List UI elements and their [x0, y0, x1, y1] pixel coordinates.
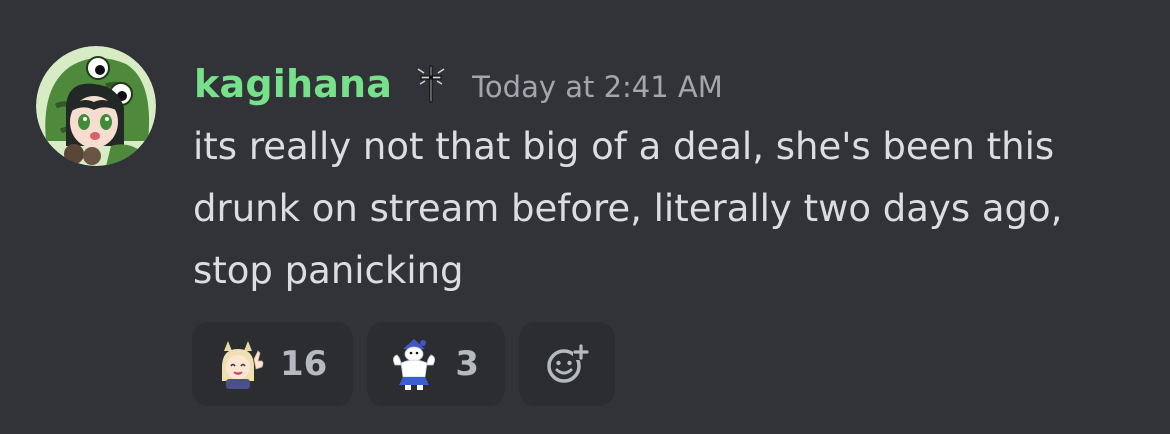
chat-message: kagihana Today at 2:41 AM its really not…: [0, 0, 1170, 434]
user-avatar[interactable]: [36, 46, 156, 166]
username[interactable]: kagihana: [194, 62, 392, 106]
reaction-count: 16: [280, 344, 328, 384]
message-content: its really not that big of a deal, she's…: [193, 125, 1063, 292]
reaction-anime-girl-thumbs-up[interactable]: 16: [192, 322, 354, 406]
anime-girl-thumbs-up-emoji-icon: [212, 337, 266, 391]
avatar-frog-hood-icon: [36, 46, 156, 166]
add-reaction-icon: [547, 344, 589, 383]
reactions-bar: 16 3: [192, 322, 615, 406]
message-header: kagihana Today at 2:41 AM: [194, 56, 723, 112]
cross-icon[interactable]: [414, 64, 448, 104]
message-timestamp: Today at 2:41 AM: [472, 70, 723, 104]
reaction-muscular-snowman[interactable]: 3: [367, 322, 505, 406]
reaction-count: 3: [455, 344, 479, 384]
add-reaction-button[interactable]: [519, 322, 615, 406]
muscular-snowman-emoji-icon: [387, 337, 441, 391]
